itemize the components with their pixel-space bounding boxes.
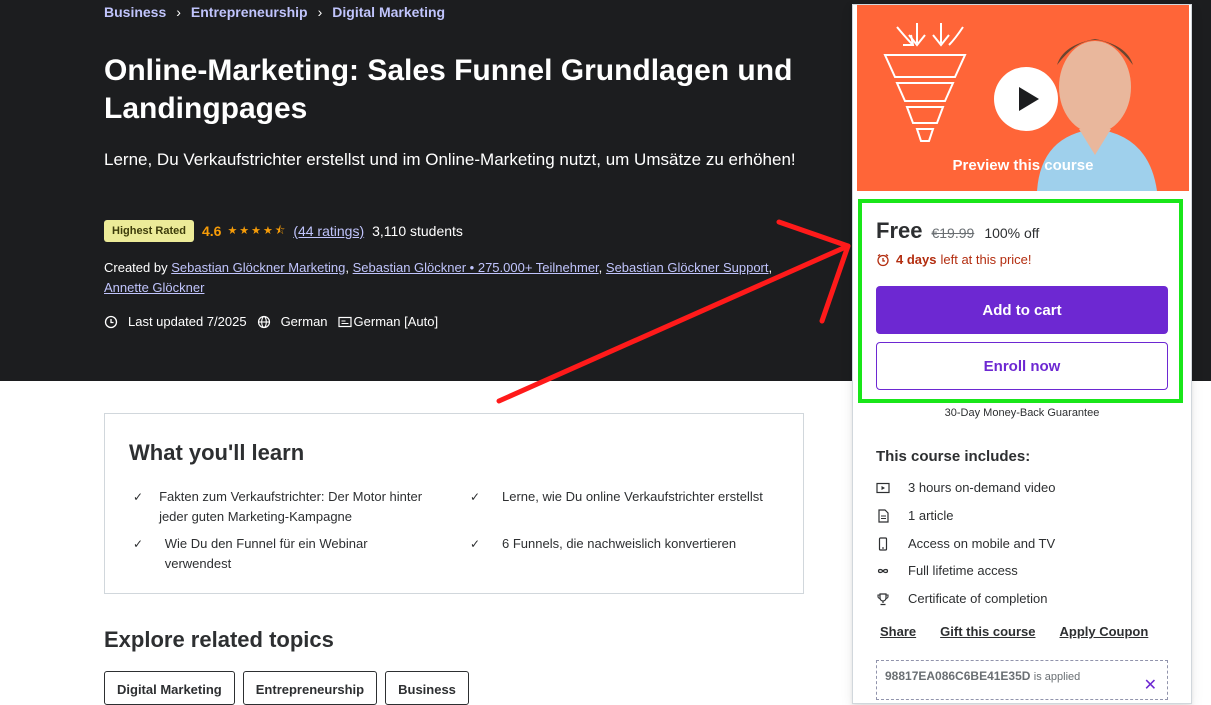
breadcrumb-entrepreneurship[interactable]: Entrepreneurship bbox=[191, 4, 308, 20]
course-language: German bbox=[280, 314, 328, 329]
include-item: Certificate of completion bbox=[876, 591, 1047, 606]
coupon-code: 98817EA086C6BE41E35D bbox=[885, 669, 1031, 683]
annotation-highlight-box bbox=[858, 199, 1183, 403]
check-icon: ✓ bbox=[470, 490, 481, 504]
course-preview[interactable]: Preview this course bbox=[857, 5, 1189, 191]
learn-item: ✓ Lerne, wie Du online Verkaufstrichter … bbox=[470, 487, 770, 507]
check-icon: ✓ bbox=[470, 537, 481, 551]
topic-business[interactable]: Business bbox=[385, 671, 469, 705]
share-link[interactable]: Share bbox=[880, 624, 916, 639]
includes-title: This course includes: bbox=[876, 448, 1031, 465]
captions-icon bbox=[337, 316, 352, 327]
course-meta: Last updated 7/2025 German German [Auto] bbox=[104, 314, 448, 329]
breadcrumb-business[interactable]: Business bbox=[104, 4, 166, 20]
video-icon bbox=[876, 482, 890, 493]
breadcrumb: Business › Entrepreneurship › Digital Ma… bbox=[104, 4, 445, 20]
course-subtitle: Lerne, Du Verkaufstrichter erstellst und… bbox=[104, 150, 796, 169]
instructor-link[interactable]: Annette Glöckner bbox=[104, 280, 204, 295]
students-count: 3,110 students bbox=[372, 223, 463, 239]
created-by: Created by Sebastian Glöckner Marketing,… bbox=[104, 260, 773, 295]
related-topics: Digital Marketing Entrepreneurship Busin… bbox=[104, 671, 477, 705]
check-icon: ✓ bbox=[133, 490, 144, 504]
explore-heading: Explore related topics bbox=[104, 627, 334, 652]
learn-item: ✓ 6 Funnels, die nachweislich konvertier… bbox=[470, 534, 770, 554]
star-rating-icon: ★★★★⯪ bbox=[227, 224, 288, 237]
applied-coupon: 98817EA086C6BE41E35D is applied ✕ bbox=[876, 660, 1168, 700]
what-youll-learn: What you'll learn ✓ Fakten zum Verkaufst… bbox=[104, 413, 804, 594]
include-item: Full lifetime access bbox=[876, 563, 1018, 578]
breadcrumb-digital-marketing[interactable]: Digital Marketing bbox=[332, 4, 445, 20]
created-by-label: Created by bbox=[104, 260, 168, 275]
last-updated: Last updated 7/2025 bbox=[128, 314, 247, 329]
instructor-link[interactable]: Sebastian Glöckner • 275.000+ Teilnehmer bbox=[353, 260, 599, 275]
learn-heading: What you'll learn bbox=[129, 440, 305, 465]
article-icon bbox=[878, 508, 889, 523]
money-back-guarantee: 30-Day Money-Back Guarantee bbox=[944, 407, 1100, 419]
close-icon[interactable]: ✕ bbox=[1144, 675, 1157, 695]
topic-entrepreneurship[interactable]: Entrepreneurship bbox=[242, 671, 378, 705]
include-item: 1 article bbox=[876, 508, 954, 523]
instructor-link[interactable]: Sebastian Glöckner Marketing bbox=[171, 260, 345, 275]
play-icon[interactable] bbox=[994, 67, 1058, 131]
learn-item: ✓ Fakten zum Verkaufstrichter: Der Motor… bbox=[133, 487, 433, 527]
highest-rated-badge: Highest Rated bbox=[104, 220, 194, 242]
chevron-right-icon: › bbox=[176, 4, 181, 20]
apply-coupon-link[interactable]: Apply Coupon bbox=[1060, 624, 1149, 639]
topic-digital-marketing[interactable]: Digital Marketing bbox=[104, 671, 235, 705]
chevron-right-icon: › bbox=[317, 4, 323, 20]
globe-icon bbox=[257, 315, 270, 328]
infinity-icon bbox=[877, 568, 889, 573]
learn-item: ✓ Wie Du den Funnel für ein Webinar verw… bbox=[133, 534, 433, 574]
gift-course-link[interactable]: Gift this course bbox=[940, 624, 1035, 639]
include-item: Access on mobile and TV bbox=[876, 536, 1055, 551]
instructor-link[interactable]: Sebastian Glöckner Support bbox=[606, 260, 769, 275]
rating-score: 4.6 bbox=[201, 223, 222, 239]
trophy-icon bbox=[877, 592, 889, 605]
alert-clock-icon bbox=[104, 315, 118, 328]
course-title: Online-Marketing: Sales Funnel Grundlage… bbox=[104, 54, 793, 125]
preview-label: Preview this course bbox=[952, 157, 1094, 174]
mobile-icon bbox=[878, 536, 888, 551]
include-item: 3 hours on-demand video bbox=[876, 480, 1055, 495]
course-captions: German [Auto] bbox=[353, 314, 439, 329]
check-icon: ✓ bbox=[133, 537, 144, 551]
ratings-link[interactable]: (44 ratings) bbox=[293, 223, 364, 239]
rating-row: Highest Rated 4.6 ★★★★⯪ (44 ratings) 3,1… bbox=[104, 220, 463, 242]
coupon-status: is applied bbox=[1033, 671, 1081, 683]
card-links: Share Gift this course Apply Coupon bbox=[880, 624, 1172, 639]
